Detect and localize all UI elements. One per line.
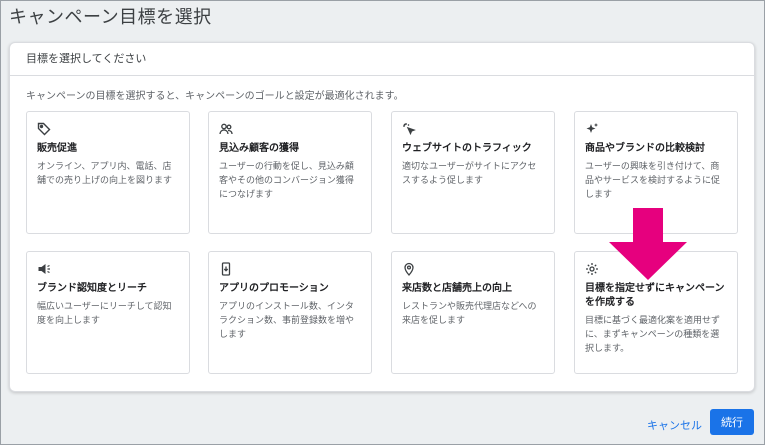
dialog-description: キャンペーンの目標を選択すると、キャンペーンのゴールと設定が最適化されます。 bbox=[26, 91, 404, 102]
card-description: オンライン、アプリ内、電話、店舗での売り上げの向上を図ります bbox=[37, 162, 173, 186]
card-title: 来店数と店舗売上の向上 bbox=[402, 283, 512, 294]
goal-card-store-visits[interactable]: 来店数と店舗売上の向上 レストランや販売代理店などへの来店を促します bbox=[391, 251, 555, 374]
card-description: ユーザーの興味を引き付けて、商品やサービスを検討するように促します bbox=[585, 162, 721, 200]
megaphone-icon bbox=[37, 262, 51, 276]
card-title: アプリのプロモーション bbox=[219, 283, 329, 294]
card-description: 適切なユーザーがサイトにアクセスするよう促します bbox=[402, 162, 537, 186]
card-title: 販売促進 bbox=[37, 143, 77, 154]
card-title: 商品やブランドの比較検討 bbox=[585, 143, 705, 154]
card-description: アプリのインストール数、インタラクション数、事前登録数を増やします bbox=[219, 302, 355, 340]
card-title: 目標を指定せずにキャンペーンを作成する bbox=[585, 283, 725, 308]
click-icon bbox=[402, 122, 416, 136]
card-title: 見込み顧客の獲得 bbox=[219, 143, 299, 154]
phone-icon bbox=[219, 262, 233, 276]
page-title: キャンペーン目標を選択 bbox=[9, 7, 212, 28]
goal-card-sales[interactable]: 販売促進 オンライン、アプリ内、電話、店舗での売り上げの向上を図ります bbox=[26, 111, 190, 234]
people-icon bbox=[219, 122, 233, 136]
card-description: ユーザーの行動を促し、見込み顧客やその他のコンバージョン獲得につなげます bbox=[219, 162, 354, 200]
card-title: ブランド認知度とリーチ bbox=[37, 283, 147, 294]
goal-card-awareness[interactable]: ブランド認知度とリーチ 幅広いユーザーにリーチして認知度を向上します bbox=[26, 251, 190, 374]
goal-card-traffic[interactable]: ウェブサイトのトラフィック 適切なユーザーがサイトにアクセスするよう促します bbox=[391, 111, 555, 234]
cancel-button[interactable]: キャンセル bbox=[647, 417, 702, 433]
card-title: ウェブサイトのトラフィック bbox=[402, 143, 532, 154]
continue-button[interactable]: 続行 bbox=[710, 409, 754, 435]
pointer-arrow-icon bbox=[609, 208, 687, 280]
dialog-header: 目標を選択してください bbox=[10, 43, 754, 76]
location-icon bbox=[402, 262, 416, 276]
tag-icon bbox=[37, 122, 51, 136]
card-description: 目標に基づく最適化案を適用せずに、まずキャンペーンの種類を選択します。 bbox=[585, 316, 721, 354]
goal-card-leads[interactable]: 見込み顧客の獲得 ユーザーの行動を促し、見込み顧客やその他のコンバージョン獲得に… bbox=[208, 111, 372, 234]
sparkle-icon bbox=[585, 122, 599, 136]
card-description: 幅広いユーザーにリーチして認知度を向上します bbox=[37, 302, 172, 326]
goal-card-app-promotion[interactable]: アプリのプロモーション アプリのインストール数、インタラクション数、事前登録数を… bbox=[208, 251, 372, 374]
card-description: レストランや販売代理店などへの来店を促します bbox=[402, 302, 537, 326]
gear-icon bbox=[585, 262, 599, 276]
